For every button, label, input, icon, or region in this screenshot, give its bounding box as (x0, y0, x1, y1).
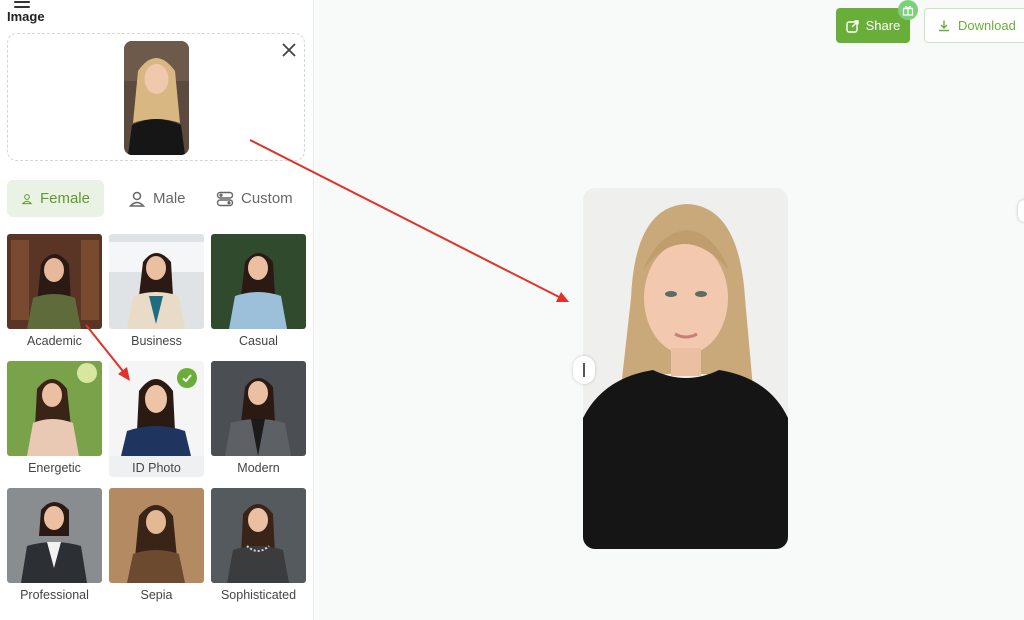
style-card-professional[interactable]: Professional (7, 488, 102, 604)
style-thumbnail (109, 234, 204, 329)
style-thumbnail (7, 488, 102, 583)
style-card-business[interactable]: Business (109, 234, 204, 350)
tab-label: Female (39, 190, 90, 207)
close-icon[interactable] (280, 41, 298, 59)
download-label: Download (958, 18, 1016, 33)
side-panel-toggle[interactable] (1018, 200, 1024, 222)
male-user-icon (128, 191, 146, 207)
panel-title: Image (7, 9, 45, 24)
upload-area[interactable] (7, 33, 305, 161)
style-panel: Image Female Male Custom Academic Busine… (0, 0, 314, 620)
tab-label: Custom (241, 190, 293, 207)
result-photo (583, 188, 788, 549)
compare-slider-handle[interactable] (573, 356, 595, 384)
style-thumbnail (109, 488, 204, 583)
style-label: Casual (239, 334, 278, 348)
tab-label: Male (153, 190, 186, 207)
style-label: Sophisticated (220, 588, 297, 602)
style-thumbnail (211, 488, 306, 583)
custom-toggle-icon (216, 191, 234, 206)
download-icon (939, 20, 949, 31)
female-user-icon (21, 193, 33, 204)
style-card-id-photo[interactable]: ID Photo (109, 361, 204, 477)
style-card-modern[interactable]: Modern (211, 361, 306, 477)
download-button[interactable]: Download (924, 8, 1024, 43)
gift-icon (898, 0, 918, 20)
style-label: Modern (237, 461, 280, 475)
tab-male[interactable]: Male (128, 180, 186, 217)
style-thumbnail (211, 361, 306, 456)
style-label: Professional (20, 588, 89, 602)
share-label: Share (865, 18, 901, 33)
gender-tabs: Female Male Custom (7, 180, 307, 217)
style-card-casual[interactable]: Casual (211, 234, 306, 350)
style-thumbnail (211, 234, 306, 329)
style-thumbnail (7, 361, 102, 456)
style-card-academic[interactable]: Academic (7, 234, 102, 350)
tab-custom[interactable]: Custom (216, 180, 293, 217)
tab-female[interactable]: Female (7, 180, 104, 217)
style-thumbnail (7, 234, 102, 329)
style-label: Sepia (140, 588, 173, 602)
style-label: Business (131, 334, 182, 348)
style-card-energetic[interactable]: Energetic (7, 361, 102, 477)
style-card-sepia[interactable]: Sepia (109, 488, 204, 604)
selected-check-icon (177, 368, 197, 388)
style-label: Academic (27, 334, 82, 348)
style-card-sophisticated[interactable]: Sophisticated (211, 488, 306, 604)
style-label: Energetic (28, 461, 81, 475)
share-icon (845, 19, 859, 33)
uploaded-photo-thumbnail (124, 41, 189, 155)
style-label: ID Photo (132, 461, 181, 475)
